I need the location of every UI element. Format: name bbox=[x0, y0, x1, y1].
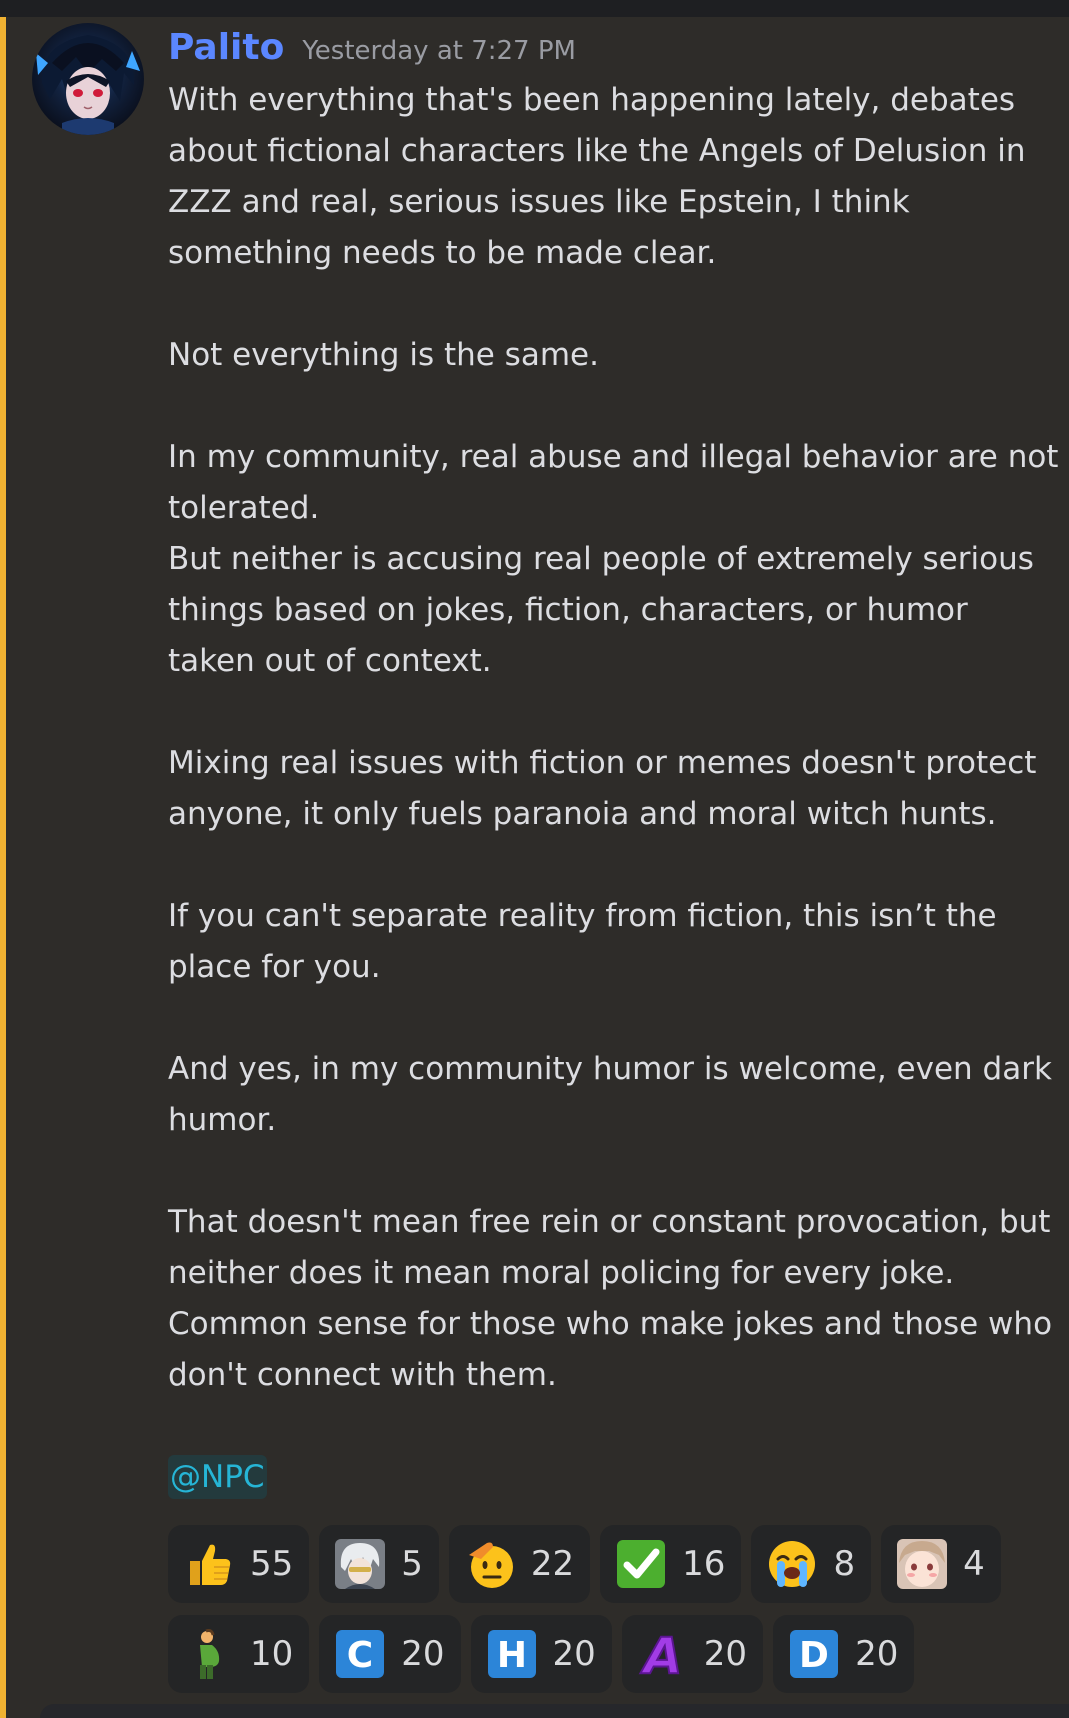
reaction-check-mark[interactable]: 16 bbox=[600, 1525, 742, 1603]
reactions-bar: 55 5 22 16 8 4 10 C 20 H 20 A 20 D 20 bbox=[168, 1525, 1048, 1705]
reaction-count: 8 bbox=[833, 1544, 856, 1584]
message-paragraph: If you can't separate reality from ficti… bbox=[168, 898, 997, 985]
reaction-row: 55 5 22 16 8 4 bbox=[168, 1525, 1048, 1603]
timestamp[interactable]: Yesterday at 7:27 PM bbox=[302, 36, 576, 66]
reaction-count: 10 bbox=[250, 1634, 294, 1674]
message-paragraph: Not everything is the same. bbox=[168, 337, 599, 373]
letter-d-icon: D bbox=[787, 1627, 841, 1681]
user-mention[interactable]: @NPC bbox=[168, 1455, 267, 1499]
reaction-saluting-face[interactable]: 22 bbox=[448, 1525, 591, 1603]
message-paragraph: With everything that's been happening la… bbox=[168, 82, 1026, 271]
reaction-thumbs-up[interactable]: 55 bbox=[168, 1525, 310, 1603]
reaction-count: 55 bbox=[250, 1544, 294, 1584]
reaction-custom-girl[interactable]: 4 bbox=[881, 1525, 1001, 1603]
reaction-letter-h[interactable]: H 20 bbox=[470, 1615, 612, 1693]
letter-a-purple-icon: A bbox=[636, 1627, 690, 1681]
letter-c-glyph: C bbox=[347, 1635, 373, 1676]
reaction-count: 20 bbox=[401, 1634, 445, 1674]
reaction-loudly-crying[interactable]: 8 bbox=[751, 1525, 872, 1603]
letter-d-glyph: D bbox=[799, 1635, 829, 1676]
thumbs-up-icon bbox=[182, 1537, 236, 1591]
pregnant-man-icon bbox=[182, 1627, 236, 1681]
letter-a-glyph: A bbox=[639, 1627, 682, 1681]
reaction-letter-a[interactable]: A 20 bbox=[621, 1615, 764, 1693]
reaction-count: 20 bbox=[552, 1634, 596, 1674]
reaction-count: 20 bbox=[855, 1634, 899, 1674]
anime-character-white-hair-icon bbox=[333, 1537, 387, 1591]
anime-avatar-icon bbox=[36, 35, 140, 135]
message-paragraph: Mixing real issues with fiction or memes… bbox=[168, 745, 1037, 832]
reaction-pregnant-man[interactable]: 10 bbox=[168, 1615, 310, 1693]
loudly-crying-face-icon bbox=[765, 1537, 819, 1591]
top-bar bbox=[0, 0, 1069, 17]
check-mark-button-icon bbox=[614, 1537, 668, 1591]
reaction-letter-c[interactable]: C 20 bbox=[319, 1615, 461, 1693]
message-paragraph: That doesn't mean free rein or constant … bbox=[168, 1204, 1053, 1393]
message-paragraph: And yes, in my community humor is welcom… bbox=[168, 1051, 1052, 1138]
message-header: Palito Yesterday at 7:27 PM bbox=[168, 27, 576, 71]
avatar[interactable] bbox=[32, 23, 144, 135]
message-paragraph: In my community, real abuse and illegal … bbox=[168, 439, 1059, 679]
reaction-row: 10 C 20 H 20 A 20 D 20 bbox=[168, 1615, 1048, 1693]
anime-girl-blush-icon bbox=[895, 1537, 949, 1591]
letter-h-icon: H bbox=[485, 1627, 539, 1681]
reaction-count: 5 bbox=[401, 1544, 423, 1584]
letter-h-glyph: H bbox=[496, 1635, 526, 1676]
reaction-letter-d[interactable]: D 20 bbox=[773, 1615, 915, 1693]
reaction-custom-character[interactable]: 5 bbox=[319, 1525, 439, 1603]
reaction-count: 4 bbox=[963, 1544, 985, 1584]
author-name[interactable]: Palito bbox=[168, 27, 284, 68]
mention-line: @NPC bbox=[168, 1452, 1063, 1503]
reaction-count: 22 bbox=[530, 1544, 575, 1584]
next-message-edge bbox=[40, 1704, 1069, 1718]
reaction-count: 16 bbox=[682, 1544, 726, 1584]
saluting-face-icon bbox=[463, 1537, 517, 1591]
reaction-count: 20 bbox=[703, 1634, 748, 1674]
letter-c-icon: C bbox=[333, 1627, 387, 1681]
chat-message: Palito Yesterday at 7:27 PM With everythi… bbox=[6, 17, 1069, 1718]
message-content: With everything that's been happening la… bbox=[168, 75, 1063, 1503]
